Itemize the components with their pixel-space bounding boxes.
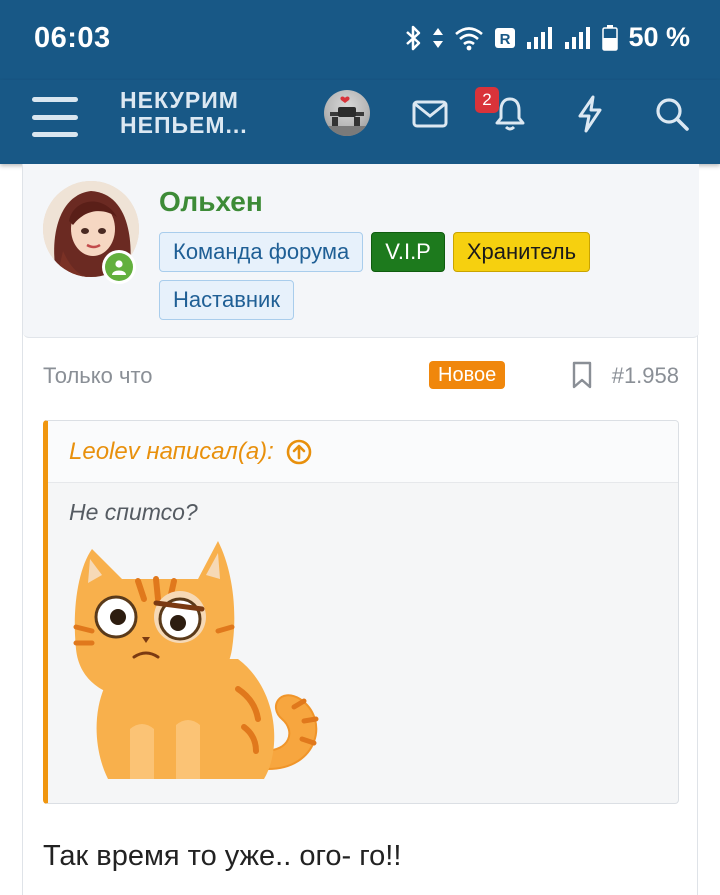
roaming-r-icon: R [494, 27, 516, 49]
arrow-up-circle-icon[interactable] [286, 439, 312, 465]
battery-percent: 50 % [628, 22, 690, 52]
post-user-block: Ольхен Команда форума V.I.P Хранитель На… [23, 164, 699, 338]
cat-sticker-image [68, 539, 328, 789]
quote-block: Leolev написал(а): Не спитсо? [43, 420, 679, 804]
post-meta: Только что Новое #1.958 [43, 361, 679, 392]
new-badge: Новое [429, 361, 506, 389]
clock: 06:03 [34, 22, 111, 54]
svg-text:R: R [500, 31, 511, 48]
signal-icon-2 [564, 26, 592, 50]
site-logo[interactable]: НЕКУРИМ НЕПЬЕМ... [120, 88, 248, 138]
signal-icon [526, 26, 554, 50]
logo-line-1: НЕКУРИМ [120, 87, 239, 113]
search-icon[interactable] [652, 94, 692, 134]
user-tag-team: Команда форума [159, 232, 364, 272]
quote-author[interactable]: Leolev написал(а): [69, 438, 274, 466]
envelope-icon[interactable] [410, 94, 450, 134]
quote-header: Leolev написал(а): [48, 421, 678, 483]
status-bar: 06:03 R 50 % [0, 0, 720, 80]
bookmark-icon[interactable] [571, 361, 593, 389]
status-icons: R 50 % [404, 22, 690, 53]
quote-text: Не спитсо? [69, 499, 198, 525]
user-tags: Команда форума V.I.P Хранитель Наставник [159, 232, 659, 320]
bluetooth-icon [404, 24, 422, 52]
wifi-icon [454, 25, 484, 51]
data-arrows-icon [432, 24, 444, 52]
menu-icon[interactable] [32, 94, 78, 140]
notification-badge: 2 [475, 87, 499, 113]
app-header: НЕКУРИМ НЕПЬЕМ... 2 [0, 80, 720, 164]
online-status-icon [102, 250, 136, 284]
post-time[interactable]: Только что [43, 363, 153, 389]
battery-icon [602, 24, 619, 51]
post-number[interactable]: #1.958 [612, 363, 679, 389]
user-tag-vip: V.I.P [371, 232, 445, 272]
user-tag-keeper: Хранитель [452, 232, 591, 272]
post-username[interactable]: Ольхен [159, 186, 263, 218]
avatar[interactable] [324, 90, 370, 136]
post-body: Так время то уже.. ого- го!! [43, 840, 402, 872]
forum-post: Ольхен Команда форума V.I.P Хранитель На… [22, 164, 699, 895]
lightning-icon[interactable] [570, 94, 610, 134]
logo-line-2: НЕПЬЕМ... [120, 112, 248, 138]
user-tag-mentor: Наставник [159, 280, 294, 320]
